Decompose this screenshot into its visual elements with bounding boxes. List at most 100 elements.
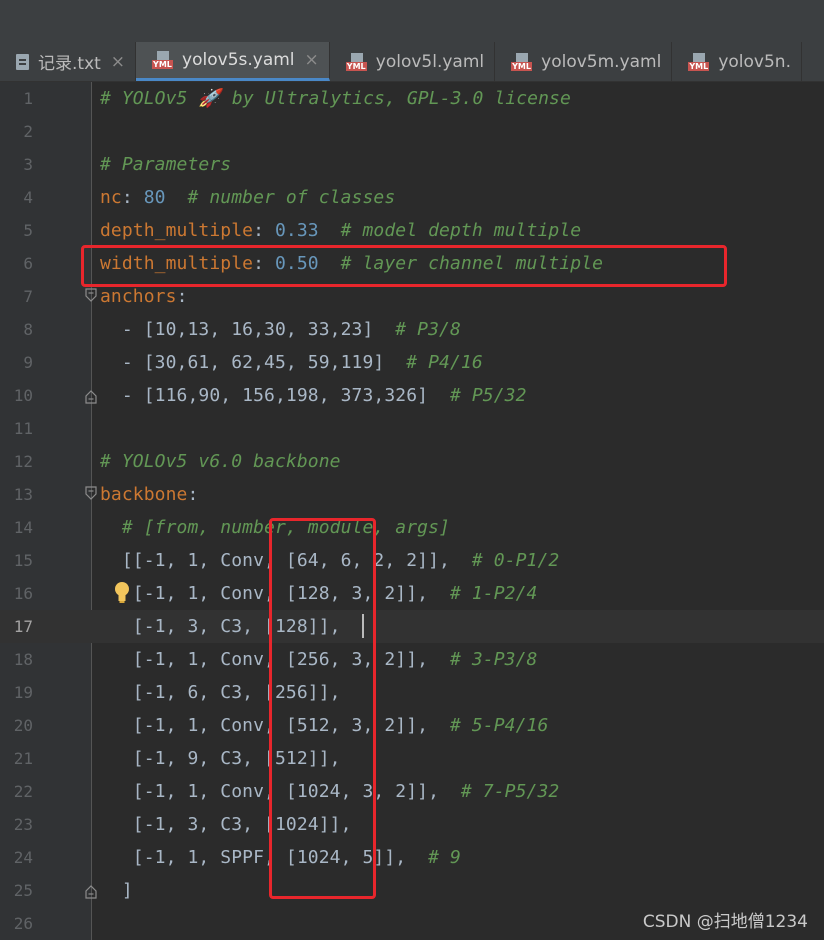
code-token: anchors — [100, 286, 177, 307]
line-number: 3 — [23, 155, 33, 174]
code-line[interactable]: 18 [-1, 1, Conv, [256, 3, 2]], # 3-P3/8 — [0, 643, 824, 676]
yaml-badge: YML — [345, 61, 367, 71]
line-number: 11 — [13, 419, 33, 438]
code-line[interactable]: 21 [-1, 9, C3, [512]], — [0, 742, 824, 775]
code-line[interactable]: 22 [-1, 1, Conv, [1024, 3, 2]], # 7-P5/3… — [0, 775, 824, 808]
editor-tab-bar: 记录.txt × YML yolov5s.yaml × YML yolov5l.yaml YM… — [0, 42, 824, 82]
line-number: 16 — [13, 584, 33, 603]
fold-end-icon[interactable] — [85, 390, 97, 404]
close-tab-icon[interactable]: × — [305, 50, 319, 70]
code-line[interactable]: 10 - [116,90, 156,198, 373,326] # P5/32 — [0, 379, 824, 412]
code-line[interactable]: 4 nc: 80 # number of classes — [0, 181, 824, 214]
yaml-file-icon: YML — [511, 52, 533, 71]
code-text: nc: 80 # number of classes — [100, 181, 395, 214]
yaml-file-icon: YML — [345, 52, 368, 71]
code-line[interactable]: 25 ] — [0, 874, 824, 907]
tab-label: yolov5n. — [718, 51, 791, 72]
code-token: ] — [100, 880, 133, 901]
code-token: # model depth multiple — [340, 220, 582, 241]
tab-yolov5n[interactable]: YML yolov5n. — [672, 42, 802, 81]
code-token: depth_multiple — [100, 220, 254, 241]
code-line[interactable]: 5 depth_multiple: 0.33 # model depth mult… — [0, 214, 824, 247]
tab-yolov5m-yaml[interactable]: YML yolov5m.yaml — [495, 42, 673, 81]
code-token: 80 — [143, 187, 166, 208]
yaml-file-icon: YML — [152, 51, 174, 69]
code-token: - [30,61, 62,45, 59,119] — [100, 352, 407, 373]
code-token: # 1-P2/4 — [449, 583, 538, 604]
fold-collapse-icon[interactable] — [85, 288, 97, 302]
line-number: 12 — [13, 452, 33, 471]
code-line[interactable]: 12 # YOLOv5 v6.0 backbone — [0, 445, 824, 478]
code-token: # 0-P1/2 — [471, 550, 560, 571]
code-line[interactable]: 2 — [0, 115, 824, 148]
line-number: 19 — [13, 683, 33, 702]
code-token: # P5/32 — [449, 385, 527, 406]
title-strip — [0, 0, 824, 42]
code-token: # YOLOv5 🚀 by Ultralytics, GPL-3.0 licen… — [100, 88, 571, 109]
line-number: 4 — [23, 188, 33, 207]
text-file-icon — [16, 53, 29, 70]
code-line[interactable]: 11 — [0, 412, 824, 445]
code-text: - [30,61, 62,45, 59,119] # P4/16 — [100, 346, 483, 379]
code-token: # number of classes — [187, 187, 396, 208]
line-number: 24 — [13, 848, 33, 867]
tab--txt[interactable]: 记录.txt × — [0, 42, 137, 81]
yaml-file-icon: YML — [688, 52, 710, 71]
line-number: 23 — [13, 815, 33, 834]
code-token: # P4/16 — [406, 352, 483, 373]
yaml-badge: YML — [152, 60, 173, 69]
code-line[interactable]: 16 [-1, 1, Conv, [128, 3, 2]], # 1-P2/4 — [0, 577, 824, 610]
code-token: # 5-P4/16 — [449, 715, 549, 736]
code-line[interactable]: 23 [-1, 3, C3, [1024]], — [0, 808, 824, 841]
line-number: 8 — [23, 320, 33, 339]
line-number: 20 — [13, 716, 33, 735]
line-number: 17 — [13, 617, 33, 636]
code-token: - [10,13, 16,30, 33,23] — [100, 319, 396, 340]
code-line[interactable]: 20 [-1, 1, Conv, [512, 3, 2]], # 5-P4/16 — [0, 709, 824, 742]
code-line[interactable]: 8 - [10,13, 16,30, 33,23] # P3/8 — [0, 313, 824, 346]
code-line[interactable]: 15 [[-1, 1, Conv, [64, 6, 2, 2]], # 0-P1… — [0, 544, 824, 577]
yaml-badge: YML — [688, 61, 710, 71]
highlight-box-channel-args — [269, 518, 376, 899]
code-line[interactable]: 9 - [30,61, 62,45, 59,119] # P4/16 — [0, 346, 824, 379]
code-line[interactable]: 1 # YOLOv5 🚀 by Ultralytics, GPL-3.0 lice… — [0, 82, 824, 115]
tab-yolov5s-yaml[interactable]: YML yolov5s.yaml × — [136, 42, 330, 81]
code-line[interactable]: 13 backbone: — [0, 478, 824, 511]
code-text: - [10,13, 16,30, 33,23] # P3/8 — [100, 313, 461, 346]
line-number: 26 — [13, 914, 33, 933]
code-line[interactable]: 3 # Parameters — [0, 148, 824, 181]
code-text: ] — [100, 874, 133, 907]
line-number: 5 — [23, 221, 33, 240]
lightbulb-icon[interactable] — [113, 581, 131, 605]
fold-collapse-icon[interactable] — [85, 486, 97, 500]
close-tab-icon[interactable]: × — [111, 52, 125, 72]
tab-label: yolov5l.yaml — [375, 51, 485, 72]
code-text: - [116,90, 156,198, 373,326] # P5/32 — [100, 379, 527, 412]
code-line[interactable]: 24 [-1, 1, SPPF, [1024, 5]], # 9 — [0, 841, 824, 874]
code-token: # 9 — [428, 847, 461, 868]
code-token: backbone — [100, 484, 188, 505]
line-number: 13 — [13, 485, 33, 504]
code-token: - [116,90, 156,198, 373,326] — [100, 385, 450, 406]
code-line[interactable]: 17 [-1, 3, C3, [128]], — [0, 610, 824, 643]
code-token: nc — [100, 187, 122, 208]
code-editor[interactable]: 1 # YOLOv5 🚀 by Ultralytics, GPL-3.0 lice… — [0, 82, 824, 940]
code-token: # 7-P5/32 — [460, 781, 560, 802]
tab-yolov5l-yaml[interactable]: YML yolov5l.yaml — [330, 42, 496, 81]
line-number: 15 — [13, 551, 33, 570]
line-number: 7 — [23, 287, 33, 306]
line-number: 1 — [23, 89, 33, 108]
tab-label: yolov5s.yaml — [182, 50, 295, 70]
code-token: : — [121, 187, 144, 208]
line-number: 25 — [13, 881, 33, 900]
line-number: 10 — [13, 386, 33, 405]
highlight-box-width-multiple — [81, 245, 727, 287]
fold-end-icon[interactable] — [85, 885, 97, 899]
code-line[interactable]: 14 # [from, number, module, args] — [0, 511, 824, 544]
code-line[interactable]: 19 [-1, 6, C3, [256]], — [0, 676, 824, 709]
line-number: 6 — [23, 254, 33, 273]
code-token: # YOLOv5 v6.0 backbone — [100, 451, 341, 472]
code-token: [-1, 1, SPPF, [1024, 5]], — [100, 847, 429, 868]
